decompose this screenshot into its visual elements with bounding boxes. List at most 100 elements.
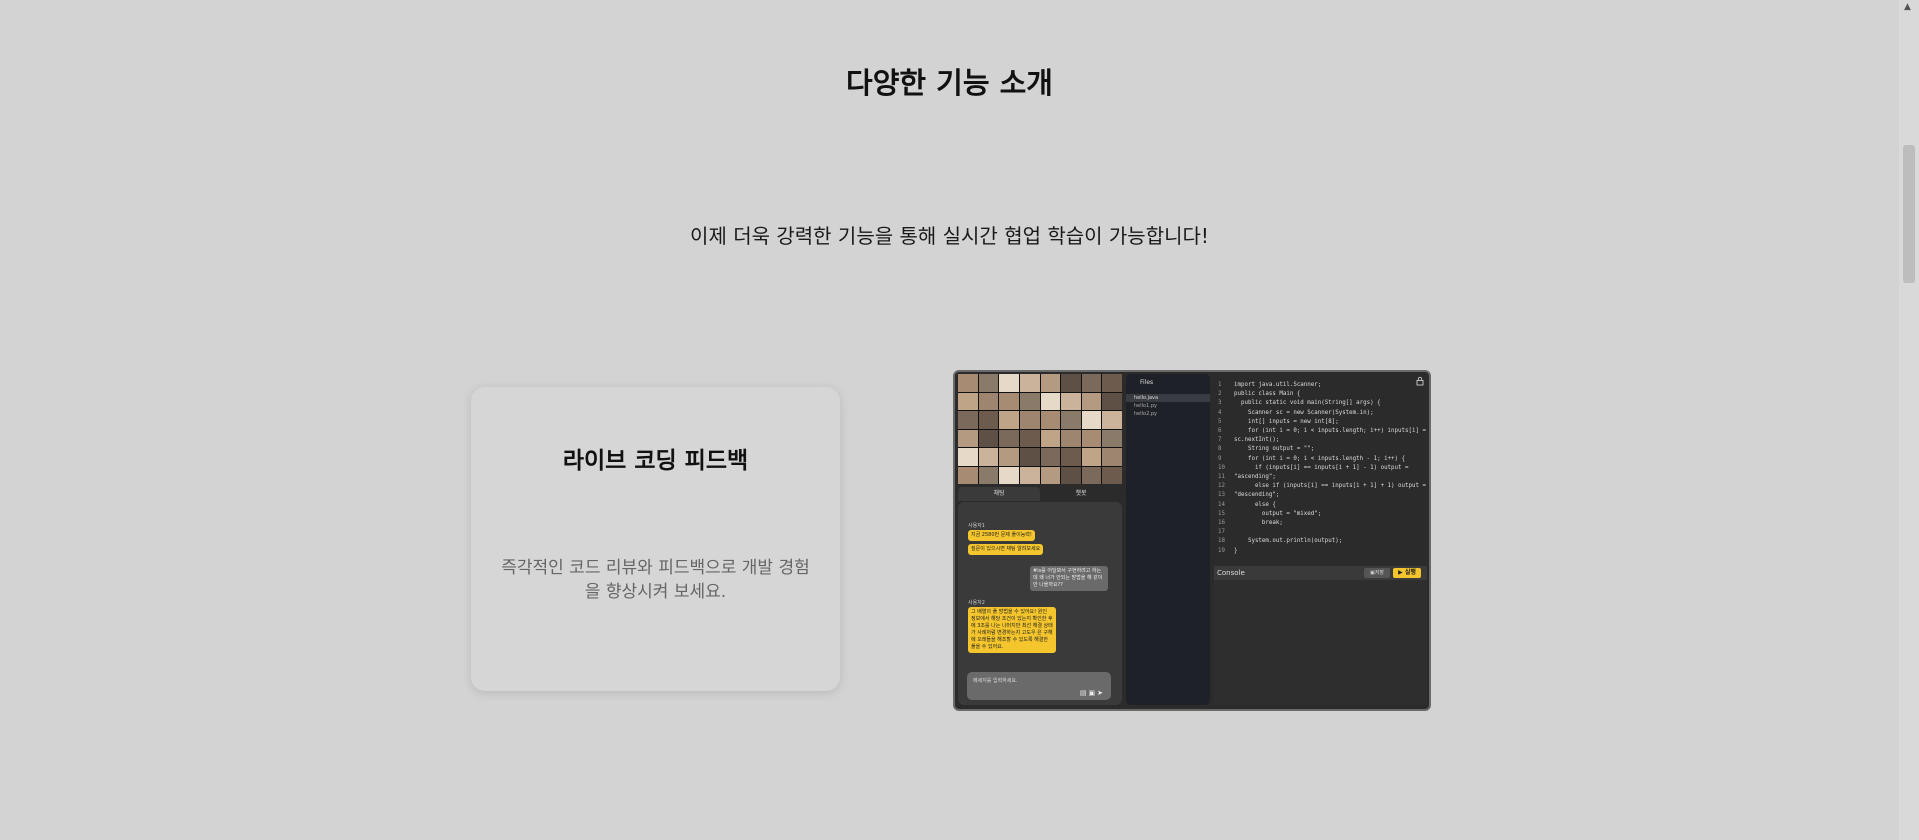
participant-video-tile [1061, 374, 1081, 392]
scroll-thumb[interactable] [1903, 145, 1915, 283]
tab-chat[interactable]: 채팅 [958, 487, 1040, 501]
participant-video-tile [1081, 411, 1102, 429]
code-line: 17 [1218, 528, 1418, 537]
code-line: 2 public class Main { [1218, 390, 1418, 399]
line-number: 14 [1218, 501, 1225, 508]
line-number: 6 [1218, 428, 1222, 435]
participant-video-tile [978, 429, 999, 447]
participant-video-tile [1061, 392, 1081, 410]
console-panel: Console ▣저장 ▶ 실행 [1214, 566, 1427, 705]
participant-video-tile [999, 429, 1019, 447]
code-text: String output = ""; [1234, 446, 1315, 453]
feature-card: 라이브 코딩 피드백 즉각적인 코드 리뷰와 피드백으로 개발 경험을 향상시켜… [471, 387, 840, 691]
chat-sender-name: 사용자1 [968, 523, 985, 529]
code-text: "ascending"; [1234, 474, 1276, 481]
code-text: "descending"; [1234, 492, 1280, 499]
console-toolbar: Console ▣저장 ▶ 실행 [1214, 566, 1427, 580]
code-text: System.out.println(output); [1234, 538, 1343, 545]
save-button[interactable]: ▣저장 [1364, 568, 1390, 578]
code-line: 13 "descending"; [1218, 491, 1418, 500]
code-line: 6 for (int i = 0; i < inputs.length; i++… [1218, 427, 1426, 436]
line-number: 16 [1218, 520, 1225, 527]
chat-bubble-reply: #is를 어딜봐서 구현하려고 하는데 왜 너가 안되는 방법을 해 같이 안 … [1030, 566, 1108, 591]
save-label: 저장 [1374, 570, 1384, 576]
code-line: 12 else if (inputs[i] == inputs[i + 1] +… [1218, 482, 1426, 491]
participant-video-tile [958, 374, 978, 392]
code-text: output = "mixed"; [1234, 510, 1322, 517]
code-lines: 1 import java.util.Scanner; 2 public class … [1218, 381, 1426, 556]
participant-video-tile [978, 411, 999, 429]
code-line: 16 break; [1218, 519, 1418, 528]
participant-video-tile [999, 374, 1019, 392]
code-line: 8 String output = ""; [1218, 445, 1418, 454]
file-item[interactable]: hello2.py [1126, 410, 1210, 418]
participant-video-tile [1081, 466, 1102, 484]
section-title: 다양한 기능 소개 [846, 66, 1053, 100]
code-line: 3 public static void main(String[] args)… [1218, 399, 1418, 408]
chat-bubble: 질문이 있으시면 채팅 알려보세요 [968, 544, 1044, 555]
code-line: 9 for (int i = 0; i < inputs.length - 1;… [1218, 455, 1418, 464]
line-number: 15 [1218, 510, 1225, 517]
console-label: Console [1217, 569, 1245, 577]
line-number: 2 [1218, 391, 1222, 398]
image-icon[interactable]: ▣ [1089, 689, 1098, 697]
send-icon[interactable]: ➤ [1097, 689, 1105, 697]
scroll-up-arrow-icon[interactable]: ▲ [1904, 2, 1911, 12]
chat-bubble: 그 배열의 풀 방법을 수 있어요! 원인 정보에서 해당 조건이 있는지 확인… [968, 607, 1056, 653]
code-line: 19} [1218, 547, 1418, 556]
participant-video-tile [1019, 374, 1040, 392]
file-icon[interactable]: ▤ [1080, 689, 1089, 697]
participant-video-tile [978, 374, 999, 392]
code-text: import java.util.Scanner; [1234, 382, 1322, 388]
participant-video-tile [1019, 448, 1040, 466]
page-scrollbar[interactable]: ▲ [1899, 0, 1919, 840]
participant-video-tile [958, 392, 978, 410]
participant-video-tile [1040, 411, 1061, 429]
participant-video-tile [1102, 411, 1122, 429]
file-item[interactable]: hello1.py [1126, 402, 1210, 410]
section-subtitle: 이제 더욱 강력한 기능을 통해 실시간 협업 학습이 가능합니다! [690, 224, 1209, 248]
participant-video-tile [1081, 374, 1102, 392]
line-number: 12 [1218, 483, 1225, 490]
code-line: 11 "ascending"; [1218, 473, 1418, 482]
code-line: 7 sc.nextInt(); [1218, 436, 1418, 445]
line-number: 17 [1218, 529, 1225, 536]
code-editor[interactable]: 1 import java.util.Scanner; 2 public class … [1214, 374, 1427, 565]
participant-video-tile [1102, 448, 1122, 466]
code-line: 18 System.out.println(output); [1218, 537, 1418, 546]
code-text: } [1234, 547, 1238, 554]
files-header: Files [1140, 379, 1154, 386]
code-text: for (int i = 0; i < inputs.length; i++) … [1234, 428, 1426, 435]
line-number: 9 [1218, 455, 1222, 462]
participant-video-tile [999, 448, 1019, 466]
line-number: 5 [1218, 418, 1222, 425]
participant-video-tile [1061, 429, 1081, 447]
participant-video-tile [1102, 429, 1122, 447]
participant-video-tile [1019, 411, 1040, 429]
feature-card-description: 즉각적인 코드 리뷰와 피드백으로 개발 경험을 향상시켜 보세요. [501, 558, 810, 602]
code-line: 1 import java.util.Scanner; [1218, 381, 1418, 390]
code-line: 4 Scanner sc = new Scanner(System.in); [1218, 409, 1418, 418]
participant-video-tile [1061, 448, 1081, 466]
chat-input-icons: ▤▣➤ [1080, 689, 1105, 697]
participant-video-tile [1019, 429, 1040, 447]
run-button[interactable]: ▶ 실행 [1393, 568, 1421, 578]
participant-video-tile [1061, 411, 1081, 429]
feature-preview-screenshot: 채팅 챗봇 사용자1 지금 2580번 문제 풀이능력! 질문이 있으시면 채팅… [953, 370, 1431, 711]
code-text: public class Main { [1234, 391, 1301, 398]
participant-video-tile [999, 392, 1019, 410]
participant-video-tile [1081, 448, 1102, 466]
participant-video-tile [978, 466, 999, 484]
chat-bubble: 지금 2580번 문제 풀이능력! [968, 530, 1035, 541]
participant-video-tile [1102, 392, 1122, 410]
participant-video-tile [1040, 466, 1061, 484]
chat-input[interactable]: 메세지를 입력하세요. ▤▣➤ [967, 672, 1111, 700]
line-number: 3 [1218, 400, 1222, 407]
line-number: 7 [1218, 437, 1222, 444]
file-item[interactable]: hello.java [1126, 394, 1210, 402]
participant-video-grid [958, 374, 1122, 484]
participant-video-tile [958, 429, 978, 447]
code-text: if (inputs[i] == inputs[i + 1] - 1) outp… [1234, 464, 1409, 471]
chat-tabs: 채팅 챗봇 [958, 487, 1122, 501]
tab-chatbot[interactable]: 챗봇 [1040, 487, 1122, 501]
